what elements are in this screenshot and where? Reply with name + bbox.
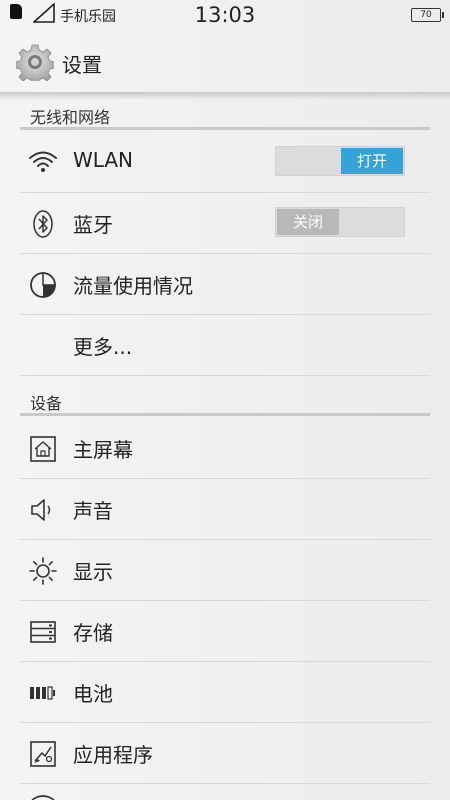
next-item-icon-partial [31,795,55,800]
data-usage-label: 流量使用情况 [73,274,193,298]
home-icon [30,436,56,462]
section-header-wireless: 无线和网络 [20,96,430,130]
storage-label: 存储 [73,621,113,645]
apps-label: 应用程序 [73,743,153,767]
battery-icon [30,686,55,700]
section-header-device: 设备 [20,382,430,416]
wlan-label: WLAN [73,148,134,172]
bluetooth-icon [33,210,53,238]
setting-item-data-usage[interactable]: 流量使用情况 [20,254,430,315]
wifi-icon [29,151,57,172]
home-screen-label: 主屏幕 [73,438,133,462]
storage-icon [30,621,56,643]
bluetooth-toggle[interactable]: 关闭 [275,207,405,237]
setting-item-wlan[interactable]: WLAN 打开 [20,132,430,193]
setting-item-battery[interactable]: 电池 [20,662,430,723]
wlan-toggle-state: 打开 [341,148,403,174]
status-bar: 手机乐园 13:03 70 [0,0,450,32]
page-title: 设置 [62,53,102,77]
setting-item-apps[interactable]: 应用程序 [20,723,430,784]
battery-label: 电池 [73,682,113,706]
speaker-icon [31,499,51,521]
gear-icon [16,44,54,81]
apps-icon [30,741,56,767]
bluetooth-toggle-state: 关闭 [277,209,339,235]
sun-icon [29,557,57,585]
setting-item-sound[interactable]: 声音 [20,479,430,540]
section-title-device: 设备 [30,394,63,413]
setting-item-storage[interactable]: 存储 [20,601,430,662]
title-bar: 设置 [0,32,450,92]
setting-item-display[interactable]: 显示 [20,540,430,601]
bluetooth-label: 蓝牙 [73,213,113,237]
display-label: 显示 [73,560,113,584]
pie-chart-icon [30,272,56,298]
battery-level-indicator: 70 [411,8,444,22]
status-clock: 13:03 [194,3,256,27]
section-title-wireless: 无线和网络 [30,108,111,127]
setting-item-home-screen[interactable]: 主屏幕 [20,418,430,479]
setting-item-more[interactable]: 更多... [20,315,430,376]
setting-item-bluetooth[interactable]: 蓝牙 关闭 [20,193,430,254]
wlan-toggle[interactable]: 打开 [275,146,405,176]
more-label: 更多... [73,335,133,359]
sound-label: 声音 [73,499,113,523]
